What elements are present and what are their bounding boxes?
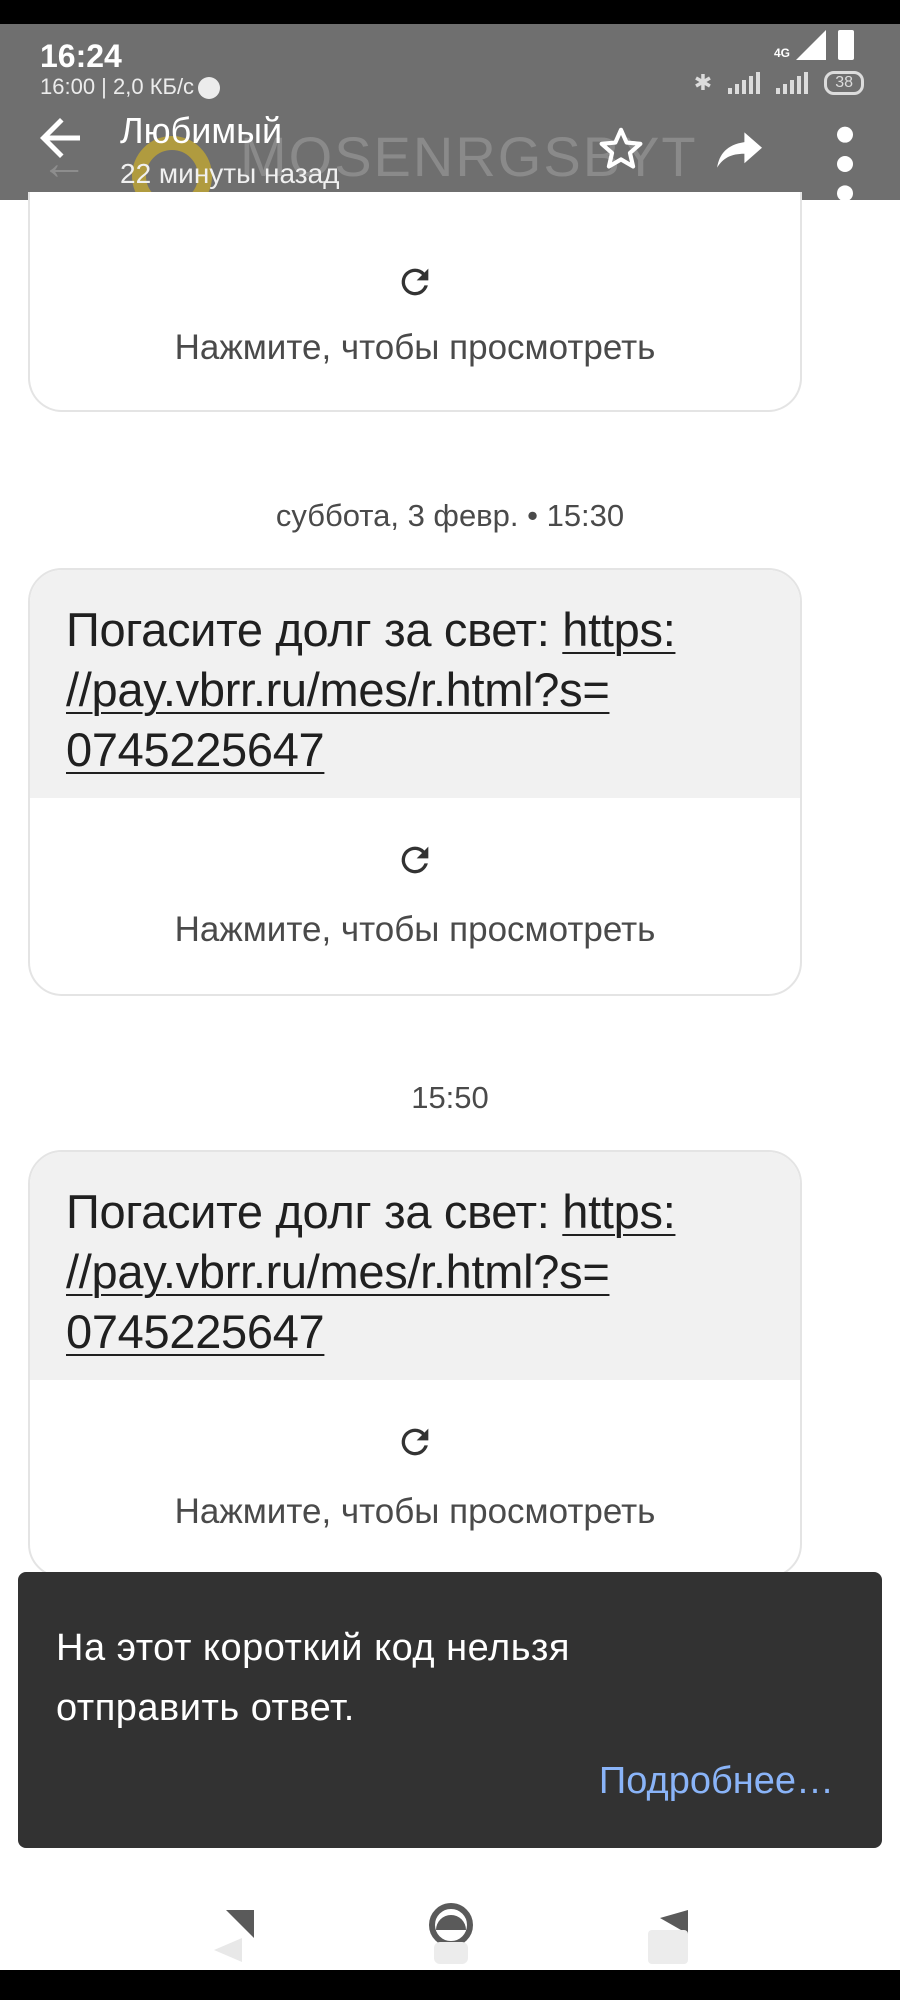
- battery-level-badge: 38: [824, 71, 864, 95]
- bottom-black-band: [0, 1970, 900, 2000]
- star-icon[interactable]: [596, 124, 646, 174]
- refresh-icon: [401, 846, 429, 874]
- message-bubble-text: Погасите долг за свет: https: //pay.vbrr…: [30, 1152, 800, 1380]
- back-arrow-icon[interactable]: [30, 108, 90, 168]
- data-saver-icon: [198, 77, 221, 100]
- status-time: 16:24: [40, 38, 122, 74]
- message-link[interactable]: https:: [562, 603, 675, 656]
- network-type-label: 4G: [773, 46, 790, 60]
- message-card: Погасите долг за свет: https: //pay.vbrr…: [28, 1150, 802, 1578]
- signal-bars-icon-2: [776, 72, 809, 94]
- status-bar-band: [0, 0, 900, 24]
- message-link[interactable]: //pay.vbrr.ru/mes/r.html?s=: [66, 663, 610, 716]
- learn-more-button[interactable]: Подробнее…: [599, 1760, 834, 1803]
- message-bubble-text: Погасите долг за свет: https: //pay.vbrr…: [30, 570, 800, 798]
- message-link[interactable]: 0745225647: [66, 1305, 325, 1358]
- messaging-screen: ← MOSENRGSBYT 16:24 16:00 | 2,0 КБ/с 4G …: [0, 0, 900, 2000]
- load-message-area[interactable]: Нажмите, чтобы просмотреть: [30, 192, 800, 410]
- nav-recent-apps-icon[interactable]: [644, 1910, 688, 1964]
- more-vert-icon[interactable]: [830, 124, 860, 200]
- nav-home-icon[interactable]: [428, 1902, 474, 1964]
- status-right-indicators: ✱ 38: [694, 70, 864, 96]
- status-network-speed: 16:00 | 2,0 КБ/с: [40, 74, 221, 100]
- message-card: Погасите долг за свет: https: //pay.vbrr…: [28, 568, 802, 996]
- share-forward-icon[interactable]: [712, 128, 768, 172]
- reply-unavailable-snackbar: На этот короткий код нельзя отправить от…: [18, 1572, 882, 1848]
- nav-back-icon[interactable]: [214, 1910, 258, 1964]
- message-link[interactable]: https:: [562, 1185, 675, 1238]
- conversation-header: ← MOSENRGSBYT 16:24 16:00 | 2,0 КБ/с 4G …: [0, 24, 900, 200]
- bluetooth-icon: ✱: [693, 70, 713, 95]
- load-message-area[interactable]: Нажмите, чтобы просмотреть: [30, 798, 800, 994]
- signal-triangle-icon: [796, 30, 826, 60]
- battery-icon: [838, 30, 854, 60]
- conversation-subtitle: 22 минуты назад: [120, 158, 340, 189]
- tap-to-view-label: Нажмите, чтобы просмотреть: [174, 328, 656, 367]
- status-signal-top: 4G: [774, 30, 826, 60]
- system-nav-bar: [0, 1866, 900, 1970]
- message-link[interactable]: 0745225647: [66, 723, 325, 776]
- snackbar-message: На этот короткий код нельзя отправить от…: [56, 1627, 570, 1729]
- message-card-partial[interactable]: Нажмите, чтобы просмотреть: [28, 192, 802, 412]
- refresh-icon: [401, 1428, 429, 1456]
- load-message-area[interactable]: Нажмите, чтобы просмотреть: [30, 1380, 800, 1576]
- signal-bars-icon: [728, 72, 761, 94]
- date-separator: суббота, 3 февр. • 15:30: [275, 498, 625, 533]
- time-separator: 15:50: [411, 1080, 489, 1115]
- tap-to-view-label: Нажмите, чтобы просмотреть: [174, 1492, 656, 1531]
- tap-to-view-label: Нажмите, чтобы просмотреть: [174, 910, 656, 949]
- message-link[interactable]: //pay.vbrr.ru/mes/r.html?s=: [66, 1245, 610, 1298]
- refresh-icon: [401, 268, 429, 296]
- conversation-title: Любимый: [120, 110, 283, 151]
